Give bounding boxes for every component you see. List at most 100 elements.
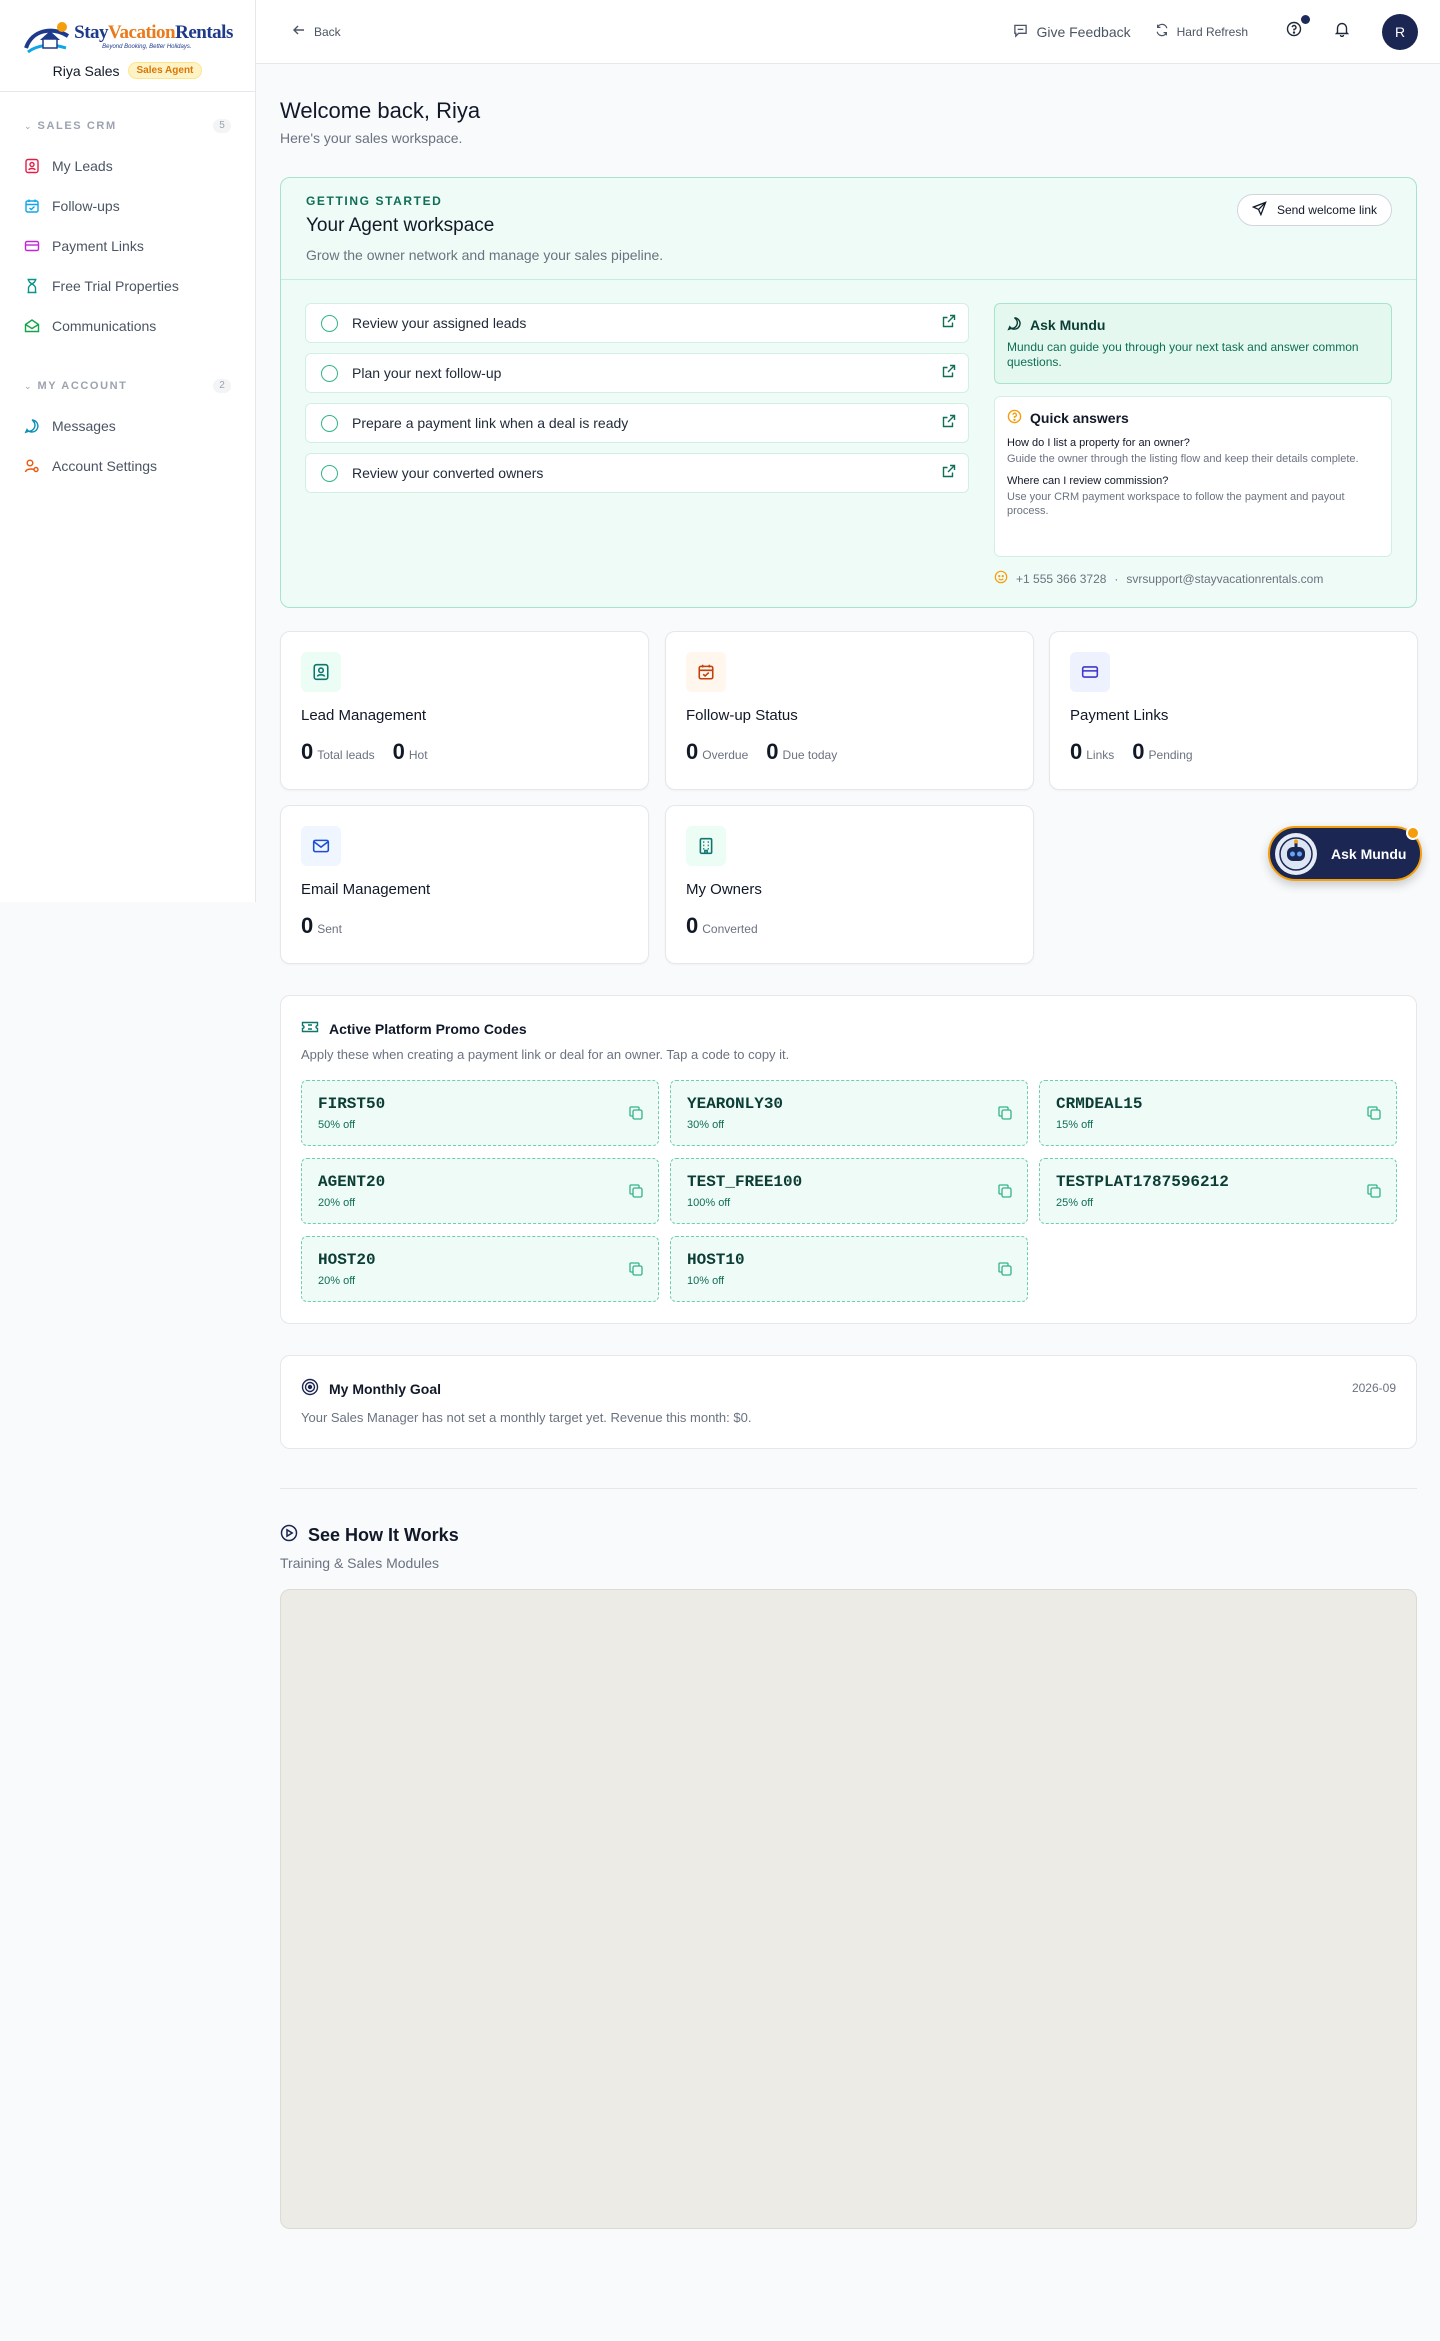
topbar-actions: Give Feedback Hard Refresh R — [1013, 13, 1418, 50]
give-feedback-button[interactable]: Give Feedback — [1013, 23, 1131, 41]
stat-card-follow-up-status[interactable]: Follow-up Status 0 Overdue 0 Due today — [665, 631, 1034, 790]
stat-card-payment-links[interactable]: Payment Links 0 Links 0 Pending — [1049, 631, 1418, 790]
sidebar-item-label: Account Settings — [52, 458, 158, 474]
hard-refresh-label: Hard Refresh — [1176, 24, 1248, 39]
ask-mundu-title: Ask Mundu — [1030, 317, 1106, 333]
copy-icon[interactable] — [628, 1261, 644, 1282]
ask-mundu-panel[interactable]: Ask Mundu Mundu can guide you through yo… — [994, 303, 1392, 384]
notification-dot — [1301, 14, 1310, 24]
goal-period: 2026-09 — [1351, 1381, 1396, 1395]
quick-answers-panel: Quick answers How do I list a property f… — [994, 396, 1392, 557]
promo-code: HOST10 — [687, 1251, 745, 1269]
help-circle-icon — [1286, 21, 1302, 42]
support-agent-icon — [994, 570, 1008, 587]
hard-refresh-button[interactable]: Hard Refresh — [1155, 23, 1248, 40]
logo-wordmark: StayVacationRentals — [74, 23, 233, 43]
external-link-icon[interactable] — [942, 364, 956, 383]
promo-code-chip[interactable]: HOST10 10% off — [670, 1236, 1028, 1302]
external-link-icon[interactable] — [942, 414, 956, 433]
sidebar-item-free-trial-properties[interactable]: Free Trial Properties — [24, 266, 255, 306]
task-label: Review your converted owners — [352, 465, 544, 481]
help-button[interactable] — [1282, 14, 1310, 44]
page-title: Welcome back, Riya — [280, 98, 481, 123]
promo-code-chip[interactable]: TESTPLAT1787596212 25% off — [1039, 1158, 1397, 1224]
stat-title: Payment Links — [1070, 707, 1169, 724]
stat-value: 0 — [686, 739, 699, 764]
promo-discount: 50% off — [318, 1119, 356, 1131]
how-it-works-subtitle: Training & Sales Modules — [280, 1555, 440, 1571]
task-checkbox[interactable] — [321, 414, 338, 432]
sidebar-item-payment-links[interactable]: Payment Links — [24, 226, 255, 266]
sidebar-item-follow-ups[interactable]: Follow-ups — [24, 186, 255, 226]
task-checkbox[interactable] — [321, 464, 338, 482]
task-item[interactable]: Prepare a payment link when a deal is re… — [305, 403, 969, 443]
user-cog-icon — [24, 458, 40, 474]
nav-section-count: 2 — [213, 379, 231, 393]
promo-code-chip[interactable]: CRMDEAL15 15% off — [1039, 1080, 1397, 1146]
task-item[interactable]: Review your converted owners — [305, 453, 969, 493]
avatar[interactable]: R — [1382, 13, 1418, 50]
promo-code-chip[interactable]: YEARONLY30 30% off — [670, 1080, 1028, 1146]
stat-value: 0 — [1132, 739, 1145, 764]
credit-card-icon — [1070, 652, 1110, 692]
feedback-icon — [1013, 23, 1028, 41]
mail-open-icon — [24, 318, 40, 334]
support-email[interactable]: svrsupport@stayvacationrentals.com — [1126, 572, 1323, 586]
stat-value: 0 — [301, 913, 314, 938]
ask-mundu-floating-button[interactable]: Ask Mundu — [1268, 826, 1422, 881]
sidebar-item-messages[interactable]: Messages — [24, 406, 255, 446]
robot-avatar-icon — [1275, 832, 1317, 875]
task-item[interactable]: Review your assigned leads — [305, 303, 969, 343]
ask-mundu-label: Ask Mundu — [1331, 845, 1407, 862]
promo-code: TESTPLAT1787596212 — [1056, 1173, 1229, 1191]
copy-icon[interactable] — [1366, 1183, 1382, 1204]
logo-tagline: Beyond Booking, Better Holidays. — [102, 44, 192, 50]
task-checkbox[interactable] — [321, 364, 338, 382]
chevron-down-icon: ⌄ — [24, 380, 32, 391]
external-link-icon[interactable] — [942, 314, 956, 333]
training-video-player[interactable] — [280, 1589, 1417, 2229]
copy-icon[interactable] — [997, 1261, 1013, 1282]
promo-discount: 25% off — [1056, 1197, 1094, 1209]
stat-title: Follow-up Status — [686, 707, 798, 724]
nav-header-sales-crm[interactable]: ⌄ SALES CRM 5 — [24, 116, 255, 136]
faq-question[interactable]: Where can I review commission? — [1007, 475, 1379, 487]
nav-header-my-account[interactable]: ⌄ MY ACCOUNT 2 — [24, 376, 255, 396]
copy-icon[interactable] — [628, 1105, 644, 1126]
stat-card-lead-management[interactable]: Lead Management 0 Total leads 0 Hot — [280, 631, 649, 790]
notification-dot — [1406, 826, 1420, 840]
task-checkbox[interactable] — [321, 314, 338, 332]
external-link-icon[interactable] — [942, 464, 956, 483]
getting-started-title: Your Agent workspace — [306, 215, 495, 236]
back-button[interactable]: Back — [292, 23, 341, 40]
send-welcome-link-button[interactable]: Send welcome link — [1236, 194, 1392, 226]
support-phone[interactable]: +1 555 366 3728 — [1016, 572, 1106, 586]
copy-icon[interactable] — [997, 1105, 1013, 1126]
stat-value: 0 — [766, 739, 779, 764]
copy-icon[interactable] — [1366, 1105, 1382, 1126]
promo-code-chip[interactable]: AGENT20 20% off — [301, 1158, 659, 1224]
stat-unit: Due today — [782, 748, 838, 762]
sidebar-item-my-leads[interactable]: My Leads — [24, 146, 255, 186]
logo[interactable]: StayVacationRentals Beyond Booking, Bett… — [22, 18, 233, 56]
sidebar-item-communications[interactable]: Communications — [24, 306, 255, 346]
copy-icon[interactable] — [997, 1183, 1013, 1204]
task-item[interactable]: Plan your next follow-up — [305, 353, 969, 393]
stat-card-my-owners[interactable]: My Owners 0 Converted — [665, 805, 1034, 964]
stat-card-email-management[interactable]: Email Management 0 Sent — [280, 805, 649, 964]
promo-code-chip[interactable]: HOST20 20% off — [301, 1236, 659, 1302]
message-circle-icon — [1007, 316, 1022, 334]
sidebar-item-account-settings[interactable]: Account Settings — [24, 446, 255, 486]
promo-code-chip[interactable]: TEST_FREE100 100% off — [670, 1158, 1028, 1224]
faq-question[interactable]: How do I list a property for an owner? — [1007, 437, 1379, 449]
send-icon — [1251, 201, 1267, 219]
promo-discount: 30% off — [687, 1119, 725, 1131]
promo-discount: 100% off — [687, 1197, 731, 1209]
sidebar-item-label: Payment Links — [52, 238, 144, 254]
sidebar-item-label: Messages — [52, 418, 116, 434]
promo-code-chip[interactable]: FIRST50 50% off — [301, 1080, 659, 1146]
stat-unit: Total leads — [317, 748, 375, 762]
stat-unit: Sent — [317, 922, 342, 936]
notifications-button[interactable] — [1330, 20, 1354, 44]
copy-icon[interactable] — [628, 1183, 644, 1204]
